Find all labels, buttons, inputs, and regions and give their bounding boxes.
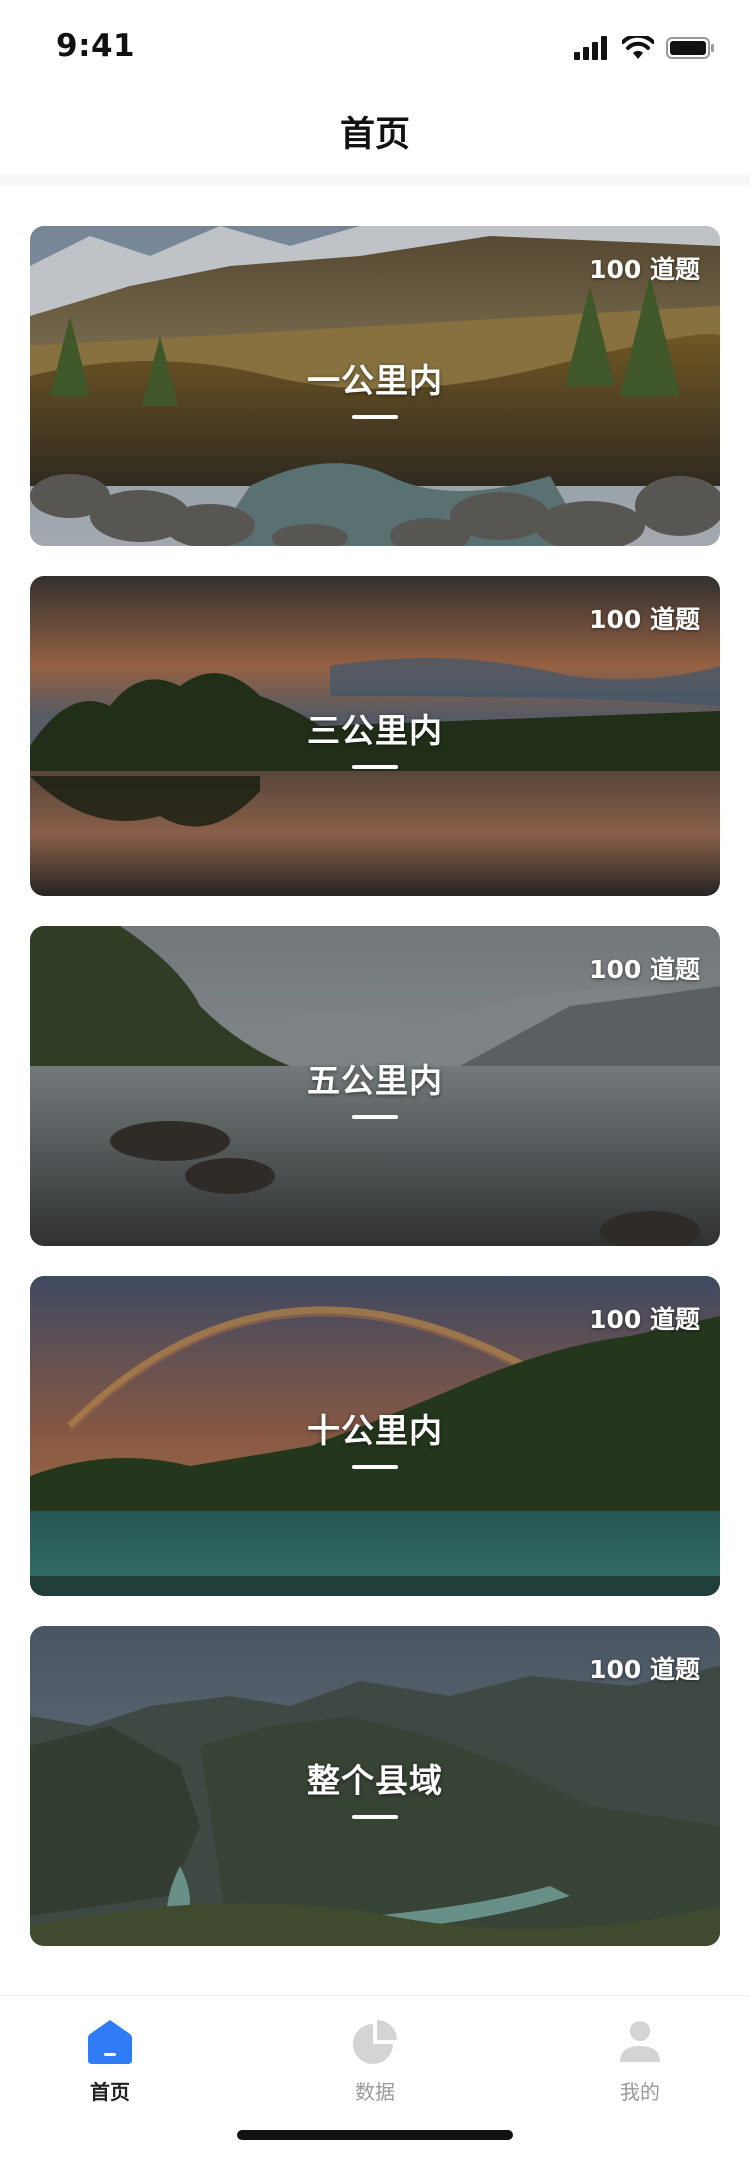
user-icon	[620, 2021, 660, 2062]
question-count: 100 道题	[589, 1655, 700, 1684]
title-underline	[352, 1815, 398, 1819]
battery-icon	[666, 37, 714, 59]
page-title: 首页	[339, 115, 410, 155]
quiz-card-5km[interactable]: 100 道题 五公里内	[30, 926, 720, 1246]
pie-chart-icon	[353, 2020, 397, 2064]
card-title: 整个县域	[307, 1761, 443, 1800]
signal-icon	[574, 36, 607, 60]
tab-label: 数据	[355, 2080, 395, 2104]
home-indicator	[237, 2130, 513, 2140]
quiz-card-3km[interactable]: 100 道题 三公里内	[30, 576, 720, 896]
title-underline	[352, 415, 398, 419]
tab-mine[interactable]: 我的	[570, 2016, 710, 2105]
quiz-card-list: 100 道题 一公里内 100 道题 三公里内 100 道题 五公里内 100 …	[30, 226, 720, 1976]
title-underline	[352, 1115, 398, 1119]
tab-data[interactable]: 数据	[305, 2016, 445, 2105]
question-count: 100 道题	[589, 955, 700, 984]
question-count: 100 道题	[589, 255, 700, 284]
quiz-card-1km[interactable]: 100 道题 一公里内	[30, 226, 720, 546]
home-icon	[88, 2020, 132, 2064]
tab-label: 我的	[620, 2080, 660, 2104]
tab-home[interactable]: 首页	[40, 2016, 180, 2105]
wifi-icon	[622, 36, 654, 59]
card-title: 三公里内	[307, 711, 443, 750]
card-title: 十公里内	[307, 1411, 443, 1450]
card-title: 一公里内	[307, 361, 443, 400]
card-title: 五公里内	[307, 1061, 443, 1100]
quiz-card-county[interactable]: 100 道题 整个县域	[30, 1626, 720, 1946]
nav-bar: 首页	[0, 88, 750, 178]
title-underline	[352, 1465, 398, 1469]
status-time: 9:41	[56, 28, 136, 64]
title-underline	[352, 765, 398, 769]
status-bar: 9:41	[0, 0, 750, 88]
status-icons	[574, 34, 716, 62]
question-count: 100 道题	[589, 605, 700, 634]
quiz-card-10km[interactable]: 100 道题 十公里内	[30, 1276, 720, 1596]
tab-label: 首页	[90, 2080, 130, 2104]
header-divider	[0, 175, 750, 185]
question-count: 100 道题	[589, 1305, 700, 1334]
